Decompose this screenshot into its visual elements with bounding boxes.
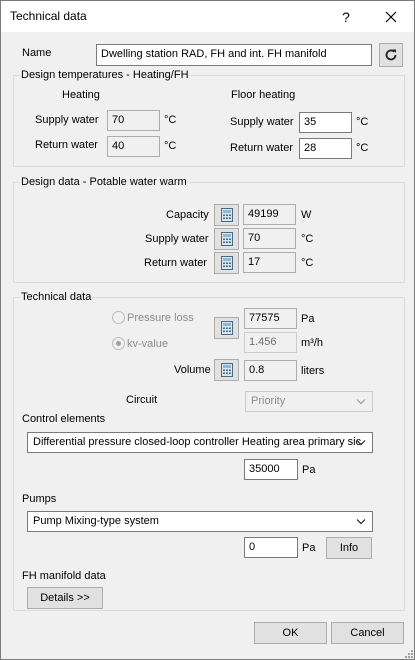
help-button[interactable]: ? <box>323 1 369 32</box>
volume-calc-button[interactable] <box>214 359 239 381</box>
volume-label: Volume <box>174 364 211 376</box>
heating-return-value: 40 <box>107 136 160 157</box>
name-label: Name <box>22 47 52 59</box>
potable-supply-calc-button[interactable] <box>214 228 239 250</box>
calculator-icon <box>220 363 233 377</box>
potable-return-unit: °C <box>301 257 314 269</box>
potable-return-value: 17 <box>243 252 296 273</box>
window-title: Technical data <box>10 9 87 23</box>
details-button[interactable]: Details >> <box>27 587 103 609</box>
potable-return-calc-button[interactable] <box>214 252 239 274</box>
pumps-pa-field[interactable]: 0 <box>244 537 298 558</box>
capacity-value: 49199 <box>243 204 296 225</box>
pumps-value: Pump Mixing-type system <box>33 515 159 527</box>
calculator-icon <box>220 232 233 246</box>
capacity-label: Capacity <box>166 209 209 221</box>
volume-unit: liters <box>301 365 325 377</box>
control-pa-field[interactable]: 35000 <box>244 459 298 480</box>
circuit-label: Circuit <box>126 394 158 406</box>
floor-supply-label: Supply water <box>230 116 294 128</box>
resize-grip-icon[interactable] <box>404 649 414 659</box>
heating-supply-label: Supply water <box>35 114 99 126</box>
refresh-button[interactable] <box>379 43 403 67</box>
floor-return-label: Return water <box>230 142 293 154</box>
technical-data-dialog: Technical data ? Name Dwelling station R… <box>0 0 415 660</box>
calculator-icon <box>220 256 233 270</box>
pumps-label: Pumps <box>22 493 57 505</box>
pressure-calc-button[interactable] <box>214 317 239 339</box>
floor-return-field[interactable]: 28 <box>299 138 352 159</box>
technical-data-group <box>13 297 405 611</box>
technical-data-title: Technical data <box>20 291 93 303</box>
potable-supply-unit: °C <box>301 233 314 245</box>
floor-supply-unit: °C <box>356 116 369 128</box>
potable-water-group <box>13 182 405 283</box>
control-pa-unit: Pa <box>302 464 316 476</box>
kv-value-unit: m³/h <box>301 337 323 349</box>
title-bar: Technical data ? <box>1 1 414 32</box>
circuit-select: Priority <box>245 391 373 412</box>
control-elements-value: Differential pressure closed-loop contro… <box>33 436 362 448</box>
control-elements-select[interactable]: Differential pressure closed-loop contro… <box>27 432 373 453</box>
close-button[interactable] <box>368 1 414 32</box>
cancel-button[interactable]: Cancel <box>331 622 404 644</box>
refresh-icon <box>385 49 397 61</box>
floor-heating-title: Floor heating <box>231 89 296 101</box>
calculator-icon <box>220 208 233 222</box>
kv-value-field: 1.456 <box>244 332 297 353</box>
potable-supply-value: 70 <box>243 228 296 249</box>
volume-value: 0.8 <box>244 360 297 381</box>
chevron-down-icon <box>356 399 366 405</box>
calculator-icon <box>220 321 233 335</box>
pressure-loss-unit: Pa <box>301 313 315 325</box>
help-icon: ? <box>342 8 350 25</box>
pumps-pa-unit: Pa <box>302 542 316 554</box>
capacity-calc-button[interactable] <box>214 204 239 226</box>
floor-return-unit: °C <box>356 142 369 154</box>
potable-water-title: Design data - Potable water warm <box>20 176 188 188</box>
capacity-unit: W <box>301 209 312 221</box>
chevron-down-icon <box>356 519 366 525</box>
ok-button[interactable]: OK <box>254 622 327 644</box>
control-elements-label: Control elements <box>22 413 106 425</box>
heating-title: Heating <box>62 89 100 101</box>
circuit-select-value: Priority <box>251 395 286 407</box>
pressure-loss-radio[interactable] <box>112 311 125 324</box>
chevron-down-icon <box>356 440 366 446</box>
close-icon <box>385 11 397 22</box>
pumps-select[interactable]: Pump Mixing-type system <box>27 511 373 532</box>
potable-supply-label: Supply water <box>145 233 209 245</box>
heating-return-label: Return water <box>35 139 98 151</box>
kv-value-label: kv-value <box>127 338 168 350</box>
heating-supply-value: 70 <box>107 110 160 131</box>
design-temperatures-title: Design temperatures - Heating/FH <box>20 69 190 81</box>
kv-value-radio[interactable] <box>112 337 125 350</box>
potable-return-label: Return water <box>144 257 207 269</box>
name-field[interactable]: Dwelling station RAD, FH and int. FH man… <box>96 44 372 66</box>
pressure-loss-label: Pressure loss <box>127 312 194 324</box>
pressure-loss-value: 77575 <box>244 308 297 329</box>
heating-return-unit: °C <box>164 140 177 152</box>
fh-manifold-label: FH manifold data <box>22 570 106 582</box>
info-button[interactable]: Info <box>326 537 372 559</box>
heating-supply-unit: °C <box>164 114 177 126</box>
floor-supply-field[interactable]: 35 <box>299 112 352 133</box>
